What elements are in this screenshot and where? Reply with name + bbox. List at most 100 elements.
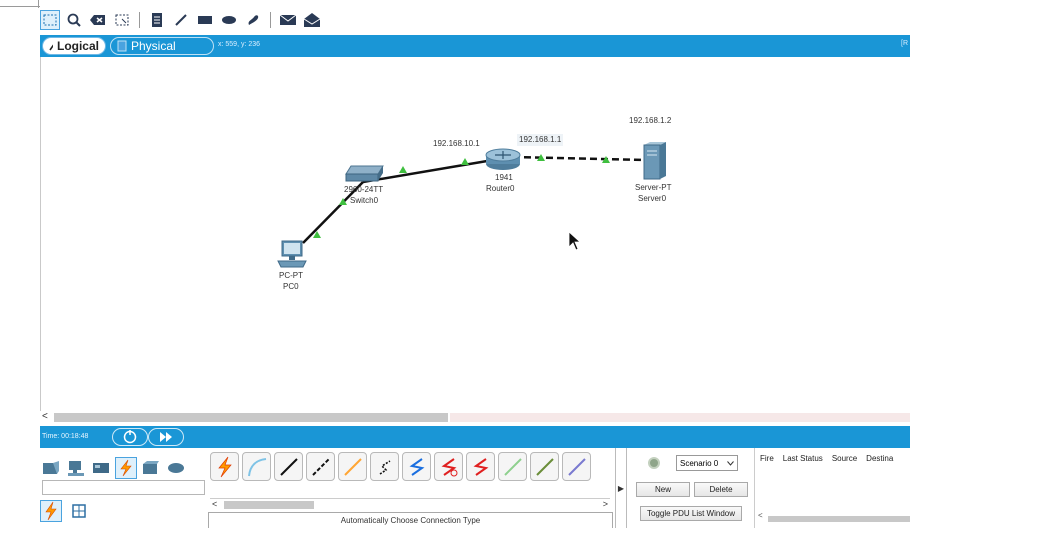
copper-straight-through-icon[interactable]: [274, 452, 303, 481]
realtime-bar: Time: 00:18:48: [40, 426, 910, 448]
pdu-col-fire[interactable]: Fire: [760, 454, 774, 463]
pdu-list-scrollbar[interactable]: <: [758, 511, 910, 522]
toolbar-separator: [270, 12, 271, 28]
pdu-list-header: Fire Last Status Source Destina: [760, 454, 902, 463]
delete-scenario-button[interactable]: Delete: [694, 482, 748, 497]
workspace-tab-bar: Logical Physical x: 559, y: 236 [R: [40, 35, 910, 57]
tab-logical-label: Logical: [56, 39, 99, 53]
delete-icon[interactable]: [88, 10, 108, 30]
copper-cross-over-icon[interactable]: [306, 452, 335, 481]
octal-cable-icon[interactable]: [498, 452, 527, 481]
add-simple-pdu-icon[interactable]: [278, 10, 298, 30]
router-icon[interactable]: [485, 147, 521, 171]
pdu-col-destination[interactable]: Destina: [866, 454, 893, 463]
pdu-col-source[interactable]: Source: [832, 454, 857, 463]
resize-icon[interactable]: [112, 10, 132, 30]
scenario-info-icon[interactable]: [648, 457, 660, 469]
coaxial-cable-icon[interactable]: [402, 452, 431, 481]
tab-logical[interactable]: Logical: [42, 37, 106, 55]
fast-forward-button[interactable]: [148, 428, 184, 446]
scenario-select-value: Scenario 0: [680, 458, 719, 468]
window-frame-line: [0, 6, 40, 7]
freeform-icon[interactable]: [243, 10, 263, 30]
server-model-label: Server-PT: [635, 183, 672, 192]
pdu-scroll-thumb[interactable]: [768, 516, 910, 522]
toolbar-separator: [139, 12, 140, 28]
network-devices-icon[interactable]: [40, 457, 62, 479]
time-display: Time: 00:18:48: [42, 433, 89, 440]
power-cycle-button[interactable]: [112, 428, 148, 446]
common-toolbar: [40, 8, 340, 32]
toggle-pdu-list-button[interactable]: Toggle PDU List Window: [640, 506, 742, 521]
viewport-indicator: [R: [901, 40, 908, 47]
chevron-down-icon: [727, 460, 734, 466]
connections-subtype-icon[interactable]: [40, 500, 62, 522]
fast-forward-icon: [160, 432, 172, 442]
physical-icon: [117, 40, 127, 52]
end-devices-icon[interactable]: [65, 457, 87, 479]
iot-custom-cable-icon[interactable]: [530, 452, 559, 481]
power-cycle-icon: [123, 430, 137, 444]
device-type-selector: [40, 454, 206, 482]
select-icon[interactable]: [40, 10, 60, 30]
serial-dte-icon[interactable]: [466, 452, 495, 481]
note-icon[interactable]: [147, 10, 167, 30]
ip-label-router-g1: 192.168.1.1: [517, 134, 564, 146]
new-scenario-button[interactable]: New: [636, 482, 690, 497]
topology-links: [302, 154, 646, 244]
pdu-scroll-left[interactable]: <: [758, 511, 763, 520]
serial-dce-icon[interactable]: [434, 452, 463, 481]
logical-icon: [49, 44, 53, 51]
switch-icon[interactable]: [345, 164, 385, 184]
bottom-panel: < > Automatically Choose Connection Type…: [40, 448, 910, 528]
logical-workspace[interactable]: 192.168.10.1 192.168.1.1 192.168.1.2 296…: [40, 57, 910, 411]
components-icon[interactable]: [90, 457, 112, 479]
router-model-label: 1941: [495, 173, 513, 182]
scroll-thumb[interactable]: [54, 413, 448, 422]
link-status-up: [399, 166, 407, 173]
ip-label-server: 192.168.1.2: [629, 116, 672, 125]
panel-splitter[interactable]: ▶: [615, 448, 627, 528]
draw-line-icon[interactable]: [171, 10, 191, 30]
console-cable-icon[interactable]: [242, 452, 271, 481]
add-complex-pdu-icon[interactable]: [302, 10, 322, 30]
ellipse-icon[interactable]: [219, 10, 239, 30]
cursor-coordinates: x: 559, y: 236: [218, 41, 261, 48]
fiber-icon[interactable]: [338, 452, 367, 481]
conn-scroll-left[interactable]: <: [212, 499, 217, 509]
pc-icon[interactable]: [276, 240, 308, 270]
server-icon[interactable]: [640, 141, 668, 181]
workspace-horizontal-scrollbar[interactable]: <: [40, 411, 910, 424]
inspect-icon[interactable]: [64, 10, 84, 30]
usb-cable-icon[interactable]: [562, 452, 591, 481]
scroll-left-arrow[interactable]: <: [42, 411, 48, 422]
switch-name-label: Switch0: [350, 196, 379, 205]
server-name-label: Server0: [638, 194, 667, 203]
connection-list-scrollbar[interactable]: < >: [210, 498, 610, 511]
connections-icon[interactable]: [115, 457, 137, 479]
scenario-select[interactable]: Scenario 0: [676, 455, 738, 471]
link-router-server: [512, 155, 646, 162]
misc-devices-icon[interactable]: [140, 457, 162, 479]
device-subtype-list: [40, 500, 100, 522]
pdu-col-last-status[interactable]: Last Status: [783, 454, 823, 463]
pc-name-label: PC0: [283, 282, 299, 291]
conn-scroll-right[interactable]: >: [603, 499, 608, 509]
phone-cable-icon[interactable]: [370, 452, 399, 481]
connection-description: Automatically Choose Connection Type: [208, 512, 613, 528]
link-status-up: [461, 158, 469, 165]
rectangle-icon[interactable]: [195, 10, 215, 30]
window-frame-corner: [38, 0, 39, 8]
multiuser-icon[interactable]: [165, 457, 187, 479]
grid-icon[interactable]: [68, 500, 90, 522]
conn-scroll-thumb[interactable]: [224, 501, 314, 509]
packet-tracer-window: Logical Physical x: 559, y: 236 [R 192.1…: [0, 0, 1053, 553]
pc-model-label: PC-PT: [279, 271, 303, 280]
device-search-field[interactable]: [42, 480, 205, 495]
splitter-arrow[interactable]: ▶: [618, 484, 624, 493]
auto-connection-icon[interactable]: [210, 452, 239, 481]
connection-type-list: [210, 452, 630, 482]
router-name-label: Router0: [486, 184, 515, 193]
scroll-track[interactable]: [450, 413, 910, 422]
tab-physical[interactable]: Physical: [110, 37, 214, 55]
